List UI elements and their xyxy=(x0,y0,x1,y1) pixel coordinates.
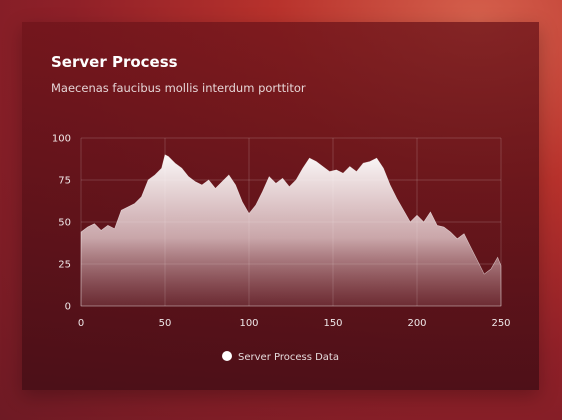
y-tick-label: 100 xyxy=(52,134,71,145)
x-axis-ticks: 0 50 100 150 200 250 xyxy=(78,318,511,329)
chart-card: Server Process Maecenas faucibus mollis … xyxy=(22,22,539,390)
x-tick-label: 50 xyxy=(159,318,172,329)
y-axis-ticks: 0 25 50 75 100 xyxy=(52,134,71,313)
area-chart: 0 50 100 150 200 250 0 25 50 75 100 xyxy=(52,134,511,330)
y-tick-label: 0 xyxy=(65,302,71,313)
x-tick-label: 150 xyxy=(323,318,342,329)
legend-label: Server Process Data xyxy=(238,352,339,363)
x-tick-label: 250 xyxy=(491,318,510,329)
y-tick-label: 25 xyxy=(58,260,71,271)
x-tick-label: 100 xyxy=(239,318,258,329)
y-tick-label: 50 xyxy=(58,218,71,229)
x-tick-label: 0 xyxy=(78,318,84,329)
chart-legend[interactable]: Server Process Data xyxy=(22,351,539,363)
series-area[interactable] xyxy=(80,154,502,307)
y-tick-label: 75 xyxy=(58,176,71,187)
x-tick-label: 200 xyxy=(407,318,426,329)
legend-marker xyxy=(222,351,233,361)
